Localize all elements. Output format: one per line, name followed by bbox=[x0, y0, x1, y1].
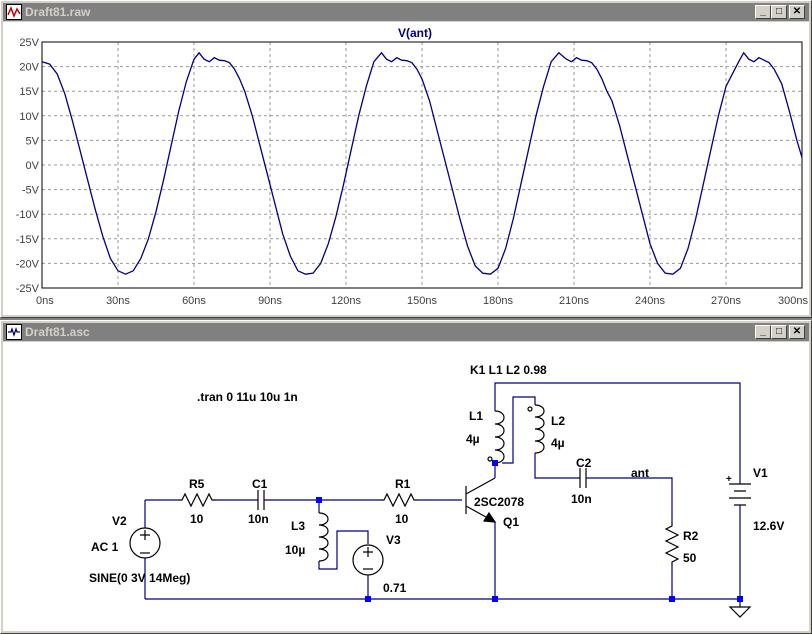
v1-value-label[interactable]: 12.6V bbox=[753, 519, 784, 533]
close-button[interactable]: ✕ bbox=[789, 5, 805, 19]
r5-resistor-symbol[interactable] bbox=[178, 492, 216, 508]
l1-ref-label[interactable]: L1 bbox=[469, 409, 483, 423]
r5-value-label[interactable]: 10 bbox=[190, 512, 204, 526]
waveform-titlebar[interactable]: Draft81.raw _ □ ✕ bbox=[3, 3, 809, 21]
v2-sine-label[interactable]: SINE(0 3V 14Meg) bbox=[89, 571, 190, 585]
r2-ref-label[interactable]: R2 bbox=[683, 529, 699, 543]
r2-value-label[interactable]: 50 bbox=[683, 551, 697, 565]
c1-ref-label[interactable]: C1 bbox=[252, 477, 268, 491]
waveform-plot-area[interactable]: V(ant) 25V 20V 15V 10V 5V 0V -5V -10V -15V -20V -2… bbox=[3, 22, 809, 315]
r2-resistor-symbol[interactable] bbox=[664, 522, 680, 566]
maximize-button[interactable]: □ bbox=[771, 325, 787, 339]
minimize-button[interactable]: _ bbox=[755, 325, 771, 339]
v3-ref-label[interactable]: V3 bbox=[386, 533, 401, 547]
r1-ref-label[interactable]: R1 bbox=[395, 477, 411, 491]
l1-inductor-symbol[interactable] bbox=[494, 410, 505, 464]
c2-value-label[interactable]: 10n bbox=[571, 492, 592, 506]
l2-value-label[interactable]: 4µ bbox=[551, 436, 565, 450]
x-tick-label: 90ns bbox=[258, 295, 282, 307]
r5-ref-label[interactable]: R5 bbox=[189, 477, 205, 491]
y-tick-label: -20V bbox=[16, 258, 40, 270]
x-tick-label: 150ns bbox=[407, 295, 437, 307]
v1-ref-label[interactable]: V1 bbox=[753, 466, 768, 480]
l3-inductor-symbol[interactable] bbox=[318, 512, 329, 562]
spice-directive-tran[interactable]: .tran 0 11u 10u 1n bbox=[197, 390, 298, 404]
ground-icon bbox=[728, 606, 752, 618]
x-tick-label: 120ns bbox=[331, 295, 361, 307]
v3-value-label[interactable]: 0.71 bbox=[383, 581, 407, 595]
r1-resistor-symbol[interactable] bbox=[380, 492, 418, 508]
coupling-directive-k1[interactable]: K1 L1 L2 0.98 bbox=[470, 363, 547, 377]
y-tick-label: 15V bbox=[19, 86, 39, 98]
x-tick-label: 210ns bbox=[559, 295, 589, 307]
schematic-window[interactable]: Draft81.asc _ □ ✕ .tran 0 11u 10u 1n K1 … bbox=[0, 320, 812, 634]
l3-value-label[interactable]: 10µ bbox=[285, 543, 305, 557]
l2-inductor-symbol[interactable] bbox=[534, 404, 545, 454]
wire-l1-top[interactable] bbox=[494, 382, 741, 484]
c2-ref-label[interactable]: C2 bbox=[576, 456, 592, 470]
junction-dot bbox=[365, 596, 371, 602]
x-tick-label: 30ns bbox=[106, 295, 130, 307]
wire-ant-net[interactable] bbox=[586, 477, 673, 522]
l2-phase-dot bbox=[527, 406, 533, 412]
v2-plus-sign: + bbox=[726, 474, 732, 485]
x-tick-label: 60ns bbox=[182, 295, 206, 307]
junction-dot bbox=[492, 596, 498, 602]
wire-l3-bottom[interactable] bbox=[318, 530, 369, 570]
l1-phase-dot bbox=[487, 456, 493, 462]
c1-capacitor-symbol[interactable] bbox=[257, 490, 265, 510]
minimize-button[interactable]: _ bbox=[755, 5, 771, 19]
schematic-canvas[interactable]: .tran 0 11u 10u 1n K1 L1 L2 0.98 V2 AC 1… bbox=[3, 342, 809, 631]
waveform-chart[interactable]: V(ant) 25V 20V 15V 10V 5V 0V -5V -10V -15V -20V -2… bbox=[3, 22, 809, 315]
schematic-drawing[interactable]: .tran 0 11u 10u 1n K1 L1 L2 0.98 V2 AC 1… bbox=[3, 342, 809, 631]
q1-emitter-arrow bbox=[482, 511, 497, 523]
waveform-app-icon bbox=[6, 4, 22, 20]
y-tick-label: 25V bbox=[19, 37, 39, 49]
x-tick-label: 180ns bbox=[483, 295, 513, 307]
l3-ref-label[interactable]: L3 bbox=[291, 519, 305, 533]
junction-dot bbox=[316, 497, 322, 503]
y-tick-label: -25V bbox=[16, 283, 40, 295]
trace-label-v-ant[interactable]: V(ant) bbox=[398, 26, 432, 40]
close-button[interactable]: ✕ bbox=[789, 325, 805, 339]
waveform-window[interactable]: Draft81.raw _ □ ✕ V(ant) 25V 20V 15V 10V 5V 0… bbox=[0, 0, 812, 318]
q1-ref-label[interactable]: Q1 bbox=[503, 515, 519, 529]
junction-dot bbox=[737, 596, 743, 602]
wire-l2-c2[interactable] bbox=[534, 453, 580, 479]
x-tick-label: 0ns bbox=[36, 295, 54, 307]
y-tick-label: -15V bbox=[16, 234, 40, 246]
l1-value-label[interactable]: 4µ bbox=[466, 432, 480, 446]
junction-dot bbox=[669, 596, 675, 602]
v1-battery-symbol[interactable] bbox=[729, 483, 751, 506]
y-tick-label: -10V bbox=[16, 209, 40, 221]
y-tick-label: 5V bbox=[26, 135, 40, 147]
junction-dot bbox=[492, 460, 498, 466]
y-tick-label: -5V bbox=[22, 185, 40, 197]
x-tick-label: 300ns bbox=[778, 295, 808, 307]
schematic-titlebar[interactable]: Draft81.asc _ □ ✕ bbox=[3, 323, 809, 341]
v2-value-label[interactable]: AC 1 bbox=[91, 540, 119, 554]
y-tick-label: 20V bbox=[19, 62, 39, 74]
maximize-button[interactable]: □ bbox=[771, 5, 787, 19]
c2-capacitor-symbol[interactable] bbox=[579, 468, 587, 488]
net-label-ant[interactable]: ant bbox=[631, 466, 649, 480]
q1-model-label[interactable]: 2SC2078 bbox=[474, 495, 524, 509]
r1-value-label[interactable]: 10 bbox=[395, 512, 409, 526]
y-tick-label: 10V bbox=[19, 111, 39, 123]
l2-ref-label[interactable]: L2 bbox=[551, 414, 565, 428]
waveform-window-title: Draft81.raw bbox=[25, 5, 91, 19]
v3-plus-icon bbox=[363, 547, 373, 557]
y-tick-label: 0V bbox=[26, 160, 40, 172]
x-tick-label: 270ns bbox=[711, 295, 741, 307]
v2-plus-icon bbox=[140, 530, 150, 540]
c1-value-label[interactable]: 10n bbox=[248, 512, 269, 526]
schematic-window-title: Draft81.asc bbox=[25, 325, 90, 339]
schematic-app-icon bbox=[6, 324, 22, 340]
x-tick-label: 240ns bbox=[635, 295, 665, 307]
v2-ref-label[interactable]: V2 bbox=[112, 514, 127, 528]
